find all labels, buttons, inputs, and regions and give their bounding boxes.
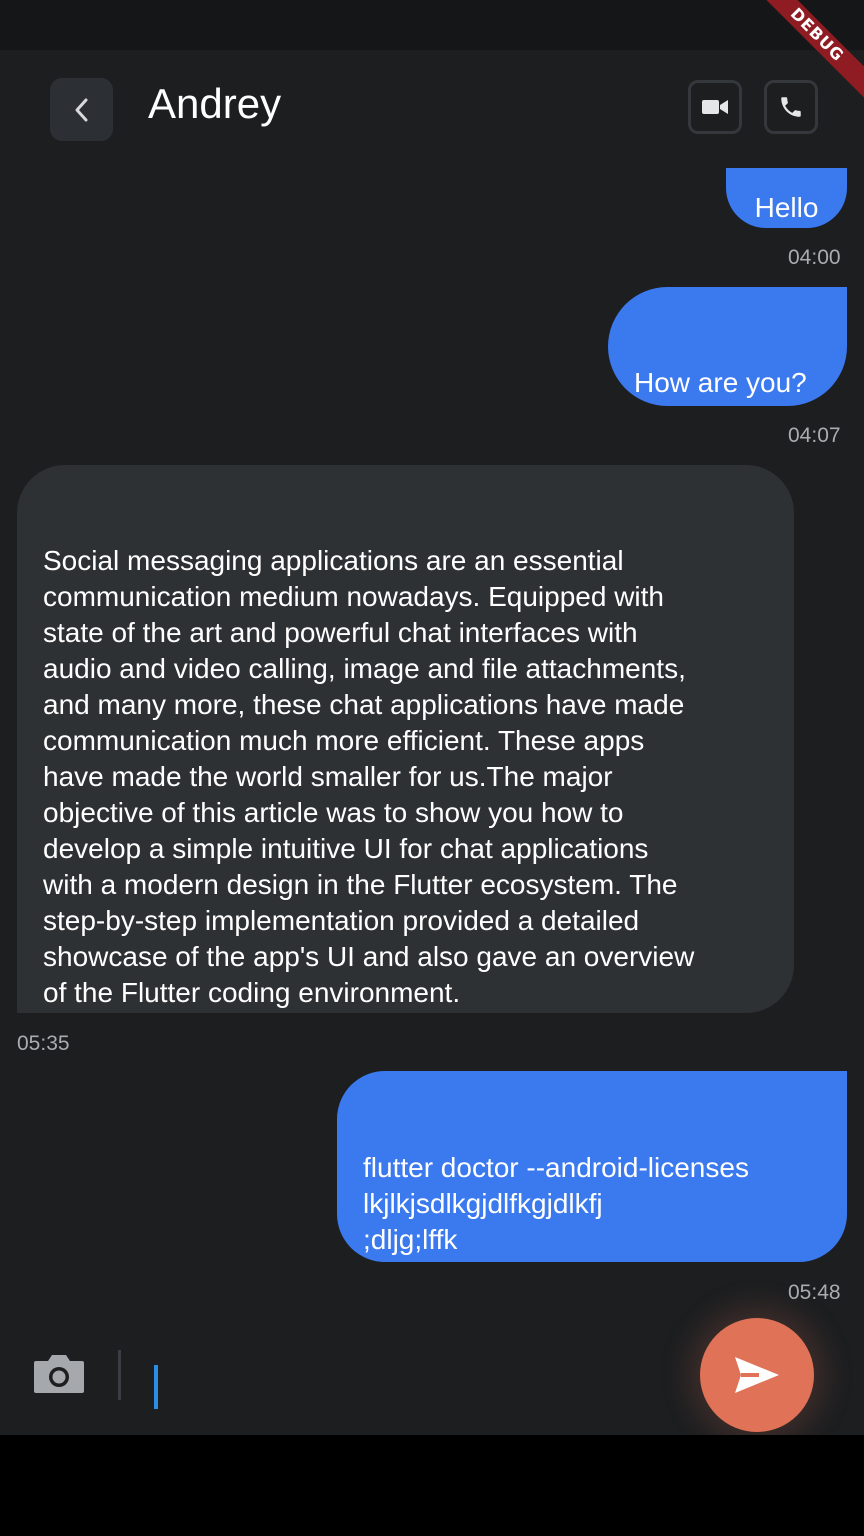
message-list[interactable]: Hello 04:00 How are you? 04:07 Social me… bbox=[0, 168, 864, 1318]
voice-call-button[interactable] bbox=[764, 80, 818, 134]
send-icon bbox=[735, 1357, 779, 1393]
message-text: Hello bbox=[754, 192, 819, 223]
video-camera-icon bbox=[702, 100, 728, 114]
contact-name: Andrey bbox=[148, 80, 282, 127]
message-bubble-received[interactable]: Social messaging applications are an ess… bbox=[17, 465, 794, 1013]
chat-header: Andrey bbox=[0, 50, 864, 168]
status-bar bbox=[0, 0, 864, 50]
chat-screen: DEBUG Andrey Hello 04:00 How are you? 04… bbox=[0, 0, 864, 1435]
message-time: 04:07 bbox=[788, 424, 841, 447]
message-bubble-sent[interactable]: Hello bbox=[726, 168, 847, 228]
message-text: Social messaging applications are an ess… bbox=[43, 545, 695, 1008]
input-divider bbox=[118, 1350, 121, 1400]
message-text: How are you? bbox=[634, 367, 807, 398]
chevron-left-icon bbox=[75, 98, 87, 121]
message-text: flutter doctor --android-licenses lkjlkj… bbox=[363, 1152, 749, 1255]
camera-icon bbox=[34, 1355, 84, 1393]
text-caret bbox=[154, 1365, 158, 1409]
back-button[interactable] bbox=[50, 78, 113, 141]
message-bubble-sent[interactable]: How are you? bbox=[608, 287, 847, 406]
video-call-button[interactable] bbox=[688, 80, 742, 134]
phone-icon bbox=[781, 97, 801, 117]
message-time: 04:00 bbox=[788, 246, 841, 269]
message-input-bar bbox=[0, 1318, 864, 1435]
camera-button[interactable] bbox=[32, 1353, 86, 1395]
message-bubble-sent[interactable]: flutter doctor --android-licenses lkjlkj… bbox=[337, 1071, 847, 1262]
message-time: 05:48 bbox=[788, 1281, 841, 1304]
message-time: 05:35 bbox=[17, 1032, 70, 1055]
message-input[interactable] bbox=[135, 1348, 679, 1410]
send-button[interactable] bbox=[700, 1318, 814, 1432]
